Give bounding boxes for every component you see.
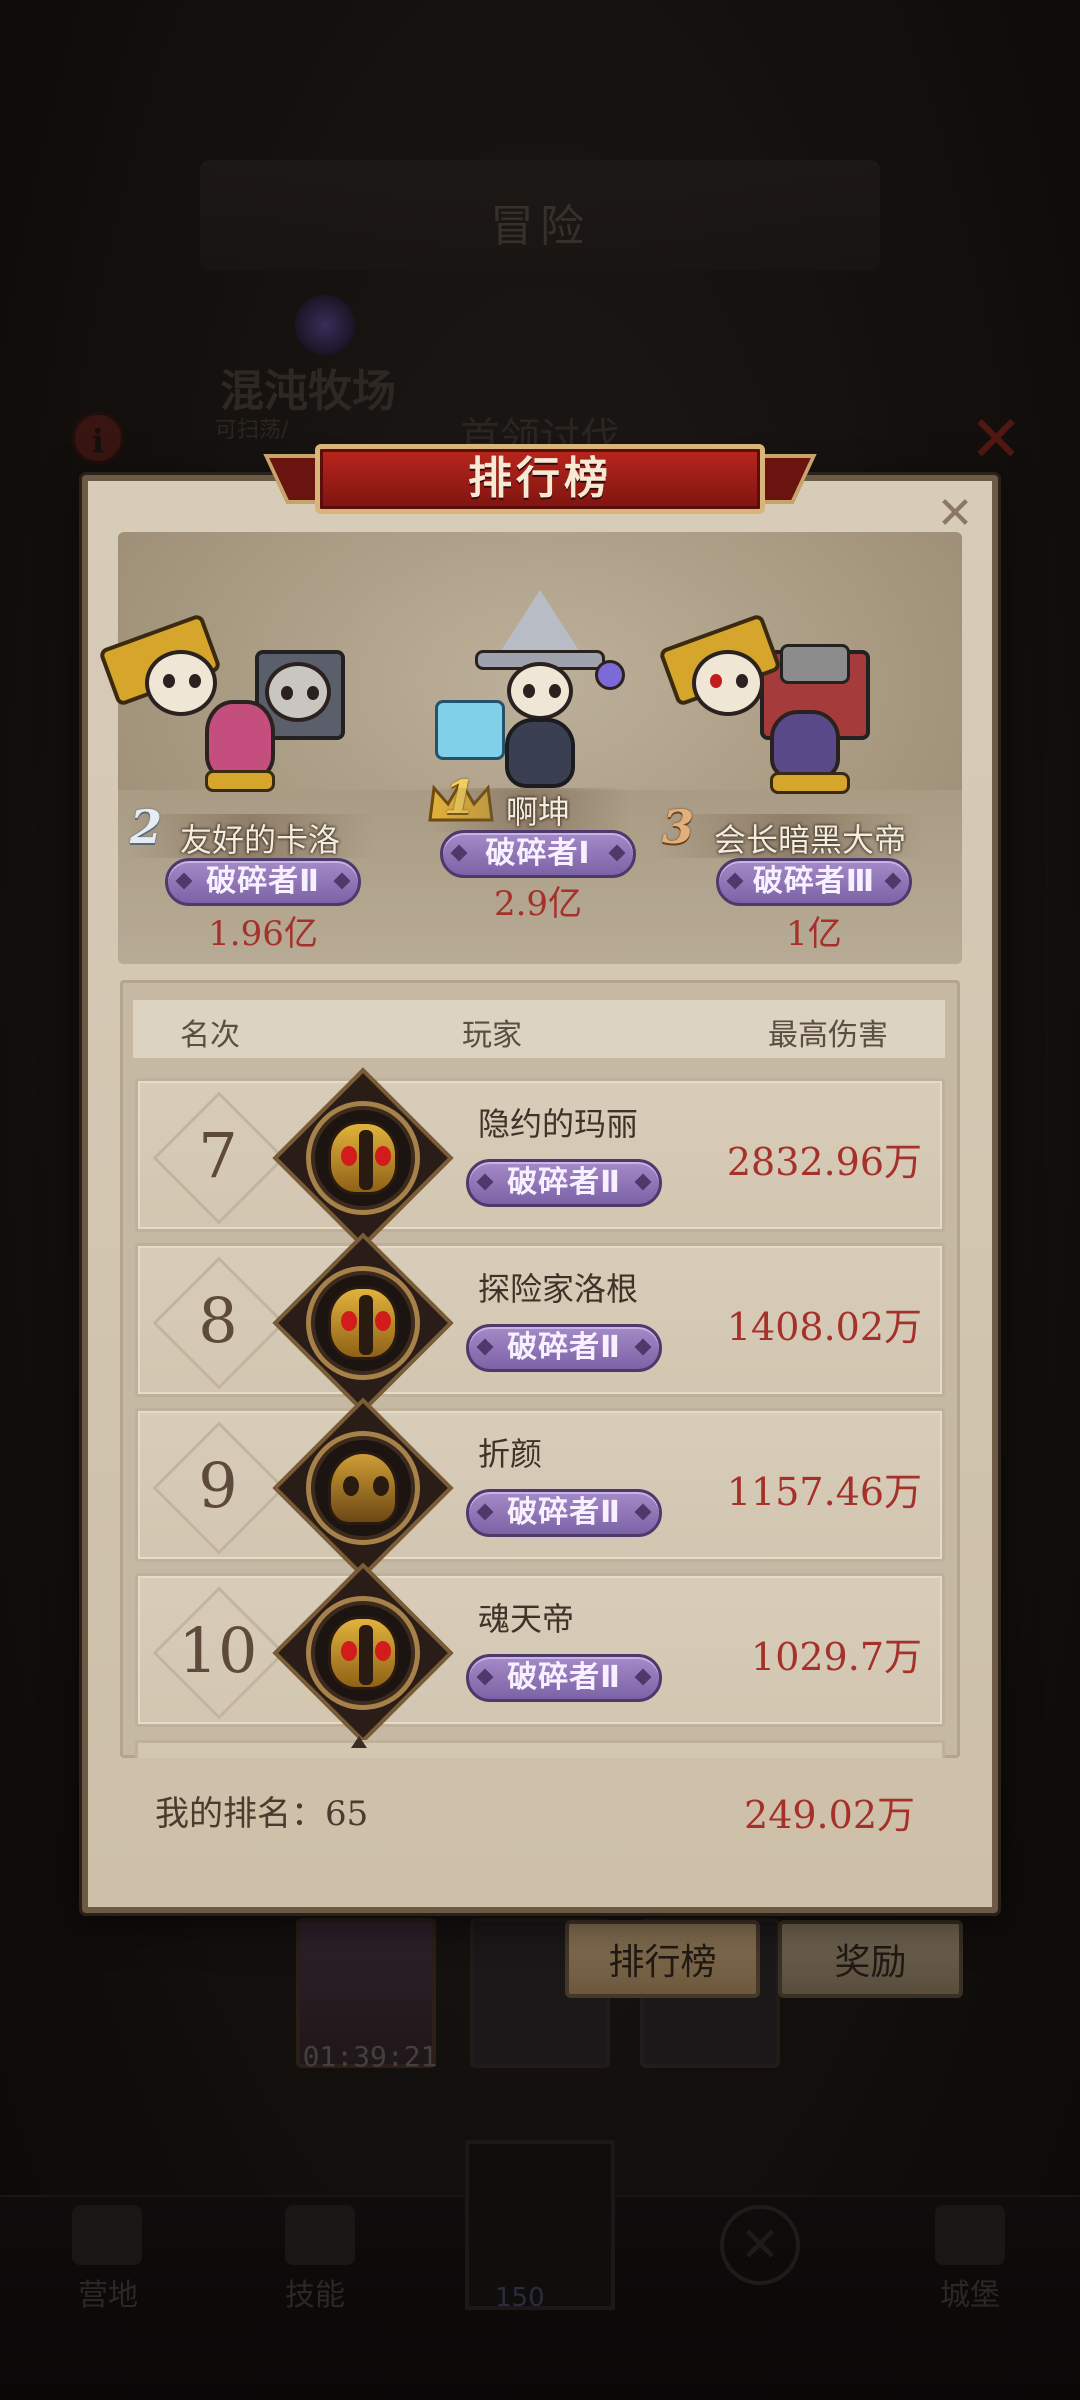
rank3-medal: 3	[662, 800, 695, 854]
rank2-damage: 1.96亿	[208, 914, 318, 954]
scroll-indicator-icon	[351, 1736, 367, 1748]
player-name: 折颜	[478, 1435, 543, 1473]
table-row[interactable]: 8 探险家洛根 破碎者Ⅱ 1408.02万	[135, 1232, 945, 1414]
my-rank-value: 65	[325, 1794, 369, 1834]
title-badge: 破碎者Ⅱ	[466, 1489, 662, 1537]
column-rank: 名次	[180, 1018, 240, 1053]
title-badge: 破碎者Ⅱ	[466, 1324, 662, 1372]
rank2-player-name: 友好的卡洛	[180, 821, 341, 859]
rank2-title-badge: 破碎者Ⅱ	[165, 858, 361, 906]
my-rank-label: 我的排名：	[155, 1794, 325, 1834]
table-row-partial	[135, 1740, 945, 1758]
title-banner: 排行榜	[263, 438, 817, 520]
rank1-damage: 2.9亿	[493, 884, 583, 924]
damage-value: 2832.96万	[726, 1140, 922, 1184]
my-damage: 249.02万	[744, 1793, 915, 1837]
rank3-damage: 1亿	[786, 914, 842, 954]
rank1-title-badge: 破碎者Ⅰ	[440, 830, 636, 878]
hero-figure-rank1[interactable]	[425, 590, 665, 800]
damage-value: 1157.46万	[726, 1470, 922, 1514]
my-rank: 我的排名：65	[155, 1786, 368, 1835]
title-badge: 破碎者Ⅱ	[466, 1159, 662, 1207]
column-damage: 最高伤害	[768, 1018, 888, 1053]
player-name: 魂天帝	[478, 1600, 575, 1638]
bee-avatar-icon[interactable]	[272, 1397, 454, 1579]
hero-figure-rank3[interactable]	[658, 590, 930, 810]
knight-avatar-icon[interactable]	[272, 1232, 454, 1414]
column-player: 玩家	[462, 1018, 522, 1053]
rank1-player-name: 啊坤	[506, 793, 571, 831]
knight-avatar-icon[interactable]	[272, 1067, 454, 1249]
rank3-player-name: 会长暗黑大帝	[714, 821, 907, 859]
rank2-medal: 2	[130, 800, 163, 854]
table-row[interactable]: 10 魂天帝 破碎者Ⅱ 1029.7万	[135, 1562, 945, 1744]
player-name: 隐约的玛丽	[478, 1105, 639, 1143]
player-name: 探险家洛根	[478, 1270, 639, 1308]
knight-avatar-icon[interactable]	[272, 1562, 454, 1744]
damage-value: 1408.02万	[726, 1305, 922, 1349]
modal-title: 排行榜	[468, 453, 612, 504]
rank3-title-badge: 破碎者Ⅲ	[716, 858, 912, 906]
title-badge: 破碎者Ⅱ	[466, 1654, 662, 1702]
damage-value: 1029.7万	[751, 1635, 922, 1679]
table-row[interactable]: 9 折颜 破碎者Ⅱ 1157.46万	[135, 1397, 945, 1579]
table-row[interactable]: 7 隐约的玛丽 破碎者Ⅱ 2832.96万	[135, 1067, 945, 1249]
hero-figure-rank2[interactable]	[98, 590, 375, 810]
